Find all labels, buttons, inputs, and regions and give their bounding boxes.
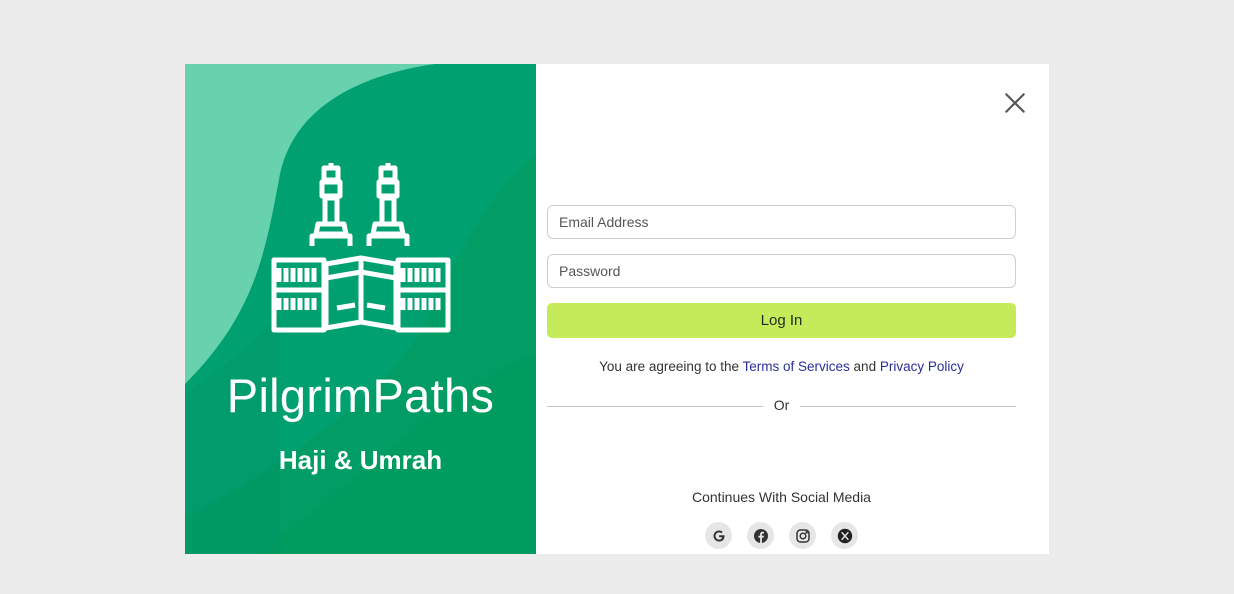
divider-label: Or bbox=[773, 397, 790, 413]
terms-link[interactable]: Terms of Services bbox=[743, 359, 850, 374]
login-button[interactable]: Log In bbox=[547, 303, 1016, 338]
divider-line-right bbox=[800, 406, 1016, 407]
google-button[interactable] bbox=[705, 522, 732, 549]
and-word: and bbox=[853, 359, 877, 374]
brand-panel: PilgrimPaths Haji & Umrah bbox=[185, 64, 536, 554]
google-icon bbox=[713, 530, 724, 541]
terms-agreement: You are agreeing to the Terms of Service… bbox=[547, 359, 1016, 374]
agree-prefix: You are agreeing to the bbox=[599, 359, 739, 374]
social-buttons bbox=[705, 522, 858, 549]
facebook-icon bbox=[753, 528, 768, 543]
brand-name: PilgrimPaths bbox=[226, 369, 495, 422]
instagram-button[interactable] bbox=[789, 522, 816, 549]
email-field[interactable] bbox=[547, 205, 1016, 239]
brand-tagline: Haji & Umrah bbox=[278, 445, 443, 475]
close-icon[interactable] bbox=[1002, 90, 1028, 116]
kaaba-icon bbox=[271, 163, 451, 333]
x-button[interactable] bbox=[831, 522, 858, 549]
or-divider: Or bbox=[547, 397, 1016, 415]
facebook-button[interactable] bbox=[747, 522, 774, 549]
password-field[interactable] bbox=[547, 254, 1016, 288]
instagram-icon bbox=[795, 528, 810, 543]
social-caption: Continues With Social Media bbox=[692, 489, 871, 505]
privacy-link[interactable]: Privacy Policy bbox=[880, 359, 964, 374]
x-icon bbox=[837, 528, 852, 543]
